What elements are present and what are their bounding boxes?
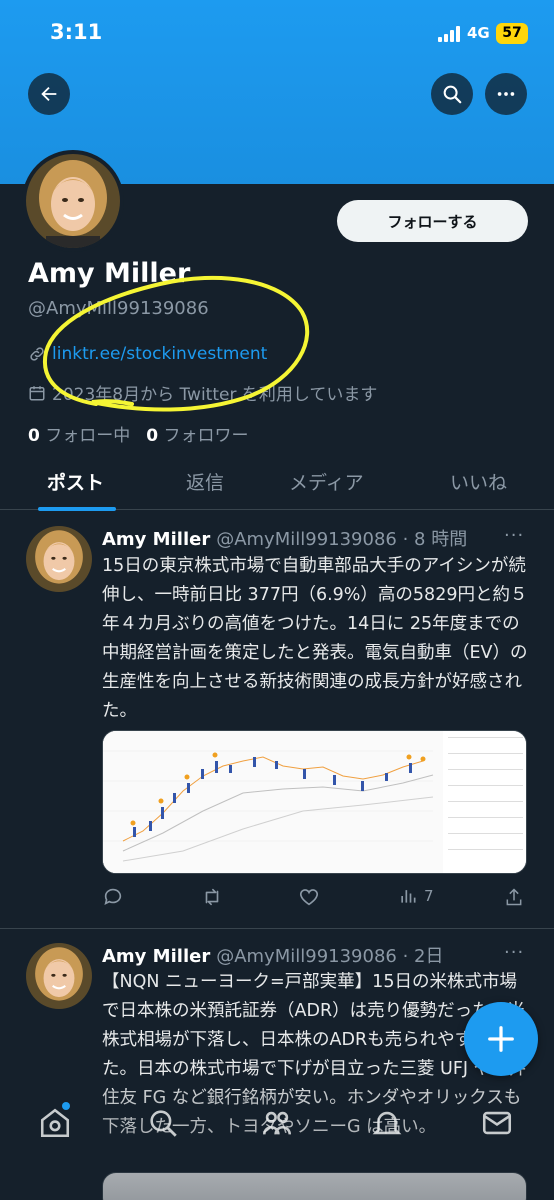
followers-count: 0: [146, 426, 159, 446]
followers-label: フォロワー: [163, 426, 249, 446]
notifications-icon[interactable]: [370, 1106, 404, 1140]
views-count: 7: [424, 887, 434, 905]
tweet-author-name[interactable]: Amy Miller: [102, 946, 210, 967]
share-icon: [506, 888, 522, 906]
tweet-text: 15日の東京株式市場で自動車部品大手のアイシンが続伸し、一時前日比 377円（6…: [102, 556, 528, 721]
tweet-header: Amy Miller @AmyMill99139086 · 2日: [102, 942, 443, 968]
stock-chart-image: [103, 731, 526, 873]
tweet-more-icon[interactable]: ···: [504, 525, 524, 546]
profile-link-row: linktr.ee/stockinvestment: [28, 344, 267, 364]
home-icon[interactable]: [38, 1106, 72, 1140]
follow-counts: 0 フォロー中 0 フォロワー: [28, 421, 249, 446]
back-arrow-icon: [41, 86, 57, 102]
calendar-icon: [29, 385, 45, 400]
search-icon: [443, 85, 462, 104]
tweet-header: Amy Miller @AmyMill99139086 · 8 時間: [102, 525, 467, 551]
profile-name: Amy Miller: [28, 258, 191, 289]
joined-row: 2023年8月から Twitter を利用しています: [28, 380, 377, 405]
battery-icon: 57: [496, 23, 528, 44]
tab-media[interactable]: メディア: [289, 468, 364, 495]
retweet-icon: [205, 888, 219, 906]
tweet-more-icon[interactable]: ···: [504, 942, 524, 963]
profile-avatar[interactable]: [22, 150, 124, 252]
tweet-avatar[interactable]: [26, 526, 92, 592]
tab-indicator: [38, 507, 116, 511]
status-bar: 3:11 4G 57: [0, 0, 554, 68]
status-time: 3:11: [50, 20, 103, 44]
communities-icon[interactable]: [260, 1106, 294, 1140]
messages-icon[interactable]: [480, 1106, 514, 1140]
search-button[interactable]: [431, 73, 473, 115]
more-options-button[interactable]: [485, 73, 527, 115]
network-label: 4G: [467, 24, 490, 42]
reply-icon: [104, 888, 122, 905]
like-icon: [299, 889, 319, 906]
back-button[interactable]: [28, 73, 70, 115]
tweet-actions: 7: [102, 886, 532, 912]
avatar-image: [26, 943, 92, 1009]
joined-text: 2023年8月から Twitter を利用しています: [52, 385, 378, 405]
following-count: 0: [28, 426, 40, 446]
signal-icon: [438, 26, 462, 42]
more-icon: [497, 92, 515, 96]
follow-button[interactable]: フォローする: [337, 200, 528, 242]
tab-replies[interactable]: 返信: [186, 468, 224, 495]
tweet-divider: [0, 928, 554, 929]
views-button[interactable]: 7: [398, 886, 434, 906]
retweet-button[interactable]: [200, 886, 224, 908]
profile-handle: @AmyMill99139086: [28, 298, 209, 319]
tweet-author-name[interactable]: Amy Miller: [102, 529, 210, 550]
profile-link[interactable]: linktr.ee/stockinvestment: [52, 344, 267, 364]
avatar-image: [26, 526, 92, 592]
share-button[interactable]: [504, 886, 524, 908]
explore-icon[interactable]: [146, 1106, 180, 1140]
profile-tabs: ポスト 返信 メディア いいね: [0, 454, 554, 511]
following-label: フォロー中: [45, 426, 131, 446]
home-notification-dot: [62, 1102, 70, 1110]
followers-link[interactable]: 0 フォロワー: [146, 421, 248, 446]
tab-likes[interactable]: いいね: [450, 468, 507, 495]
tab-posts[interactable]: ポスト: [47, 468, 104, 495]
plus-icon: [488, 1026, 514, 1052]
reply-button[interactable]: [102, 886, 124, 908]
following-link[interactable]: 0 フォロー中: [28, 421, 130, 446]
compose-button[interactable]: [464, 1002, 538, 1076]
tweet-media-image[interactable]: [102, 730, 527, 874]
tweet-handle-time: @AmyMill99139086 · 8 時間: [216, 529, 468, 550]
like-button[interactable]: [298, 886, 320, 908]
link-icon: [30, 347, 44, 361]
avatar-image: [26, 154, 120, 248]
tweet-avatar[interactable]: [26, 943, 92, 1009]
tweet-handle-time: @AmyMill99139086 · 2日: [216, 946, 444, 967]
views-icon: [401, 890, 416, 903]
bottom-nav: [0, 1090, 554, 1200]
